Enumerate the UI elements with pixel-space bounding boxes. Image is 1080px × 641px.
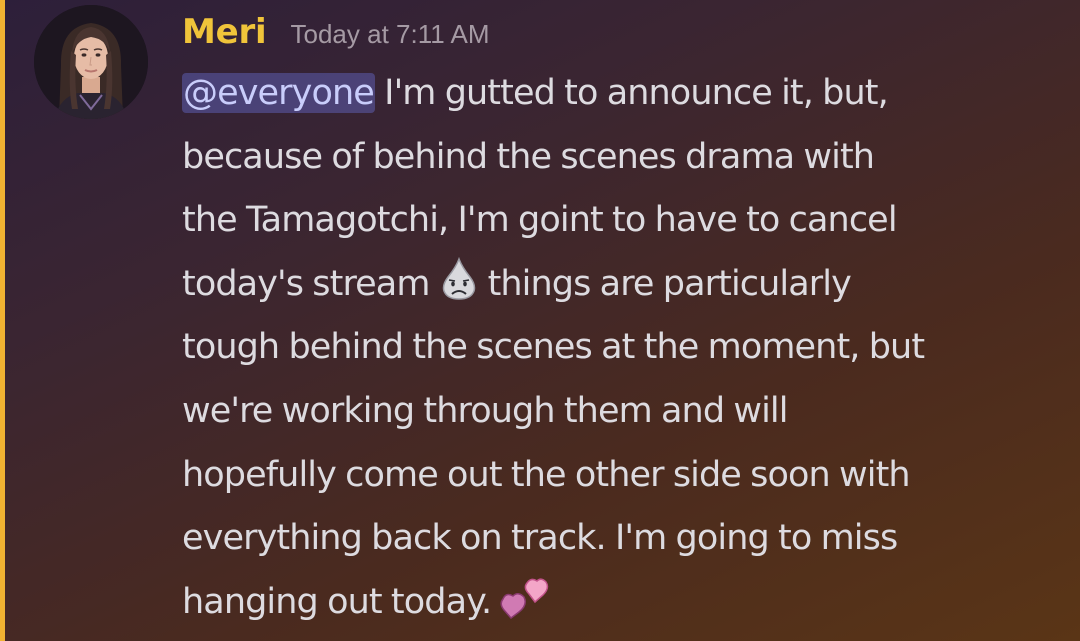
sad-face-emoji-icon[interactable] [436, 256, 482, 323]
message-line: today's stream things are particularly [182, 253, 1062, 317]
message-line: tough behind the scenes at the moment, b… [182, 327, 925, 368]
message-header: Meri Today at 7:11 AM [182, 12, 490, 62]
message-line: hanging out today. [182, 571, 1062, 635]
message-line: we're working through them and will [182, 390, 788, 431]
message-line: because of behind the scenes drama with [182, 136, 875, 177]
message-line: @everyone I'm gutted to announce it, but… [182, 62, 1062, 126]
message-line-text: hanging out today. [182, 581, 492, 622]
message-line: the Tamagotchi, I'm goint to have to can… [182, 200, 898, 241]
two-hearts-emoji-icon[interactable] [497, 577, 551, 641]
message-content: @everyone I'm gutted to announce it, but… [182, 62, 1062, 634]
message-line-text: today's stream [182, 263, 430, 304]
message-line: everything back on track. I'm going to m… [182, 518, 898, 559]
message-line-text: things are particularly [487, 263, 852, 304]
username[interactable]: Meri [182, 12, 267, 52]
everyone-mention[interactable]: @everyone [182, 73, 375, 113]
message-timestamp[interactable]: Today at 7:11 AM [291, 19, 490, 50]
chat-message: Meri Today at 7:11 AM @everyone I'm gutt… [0, 0, 1080, 641]
message-line: hopefully come out the other side soon w… [182, 454, 911, 495]
avatar[interactable] [34, 5, 148, 119]
message-line-text: I'm gutted to announce it, but, [374, 73, 889, 113]
